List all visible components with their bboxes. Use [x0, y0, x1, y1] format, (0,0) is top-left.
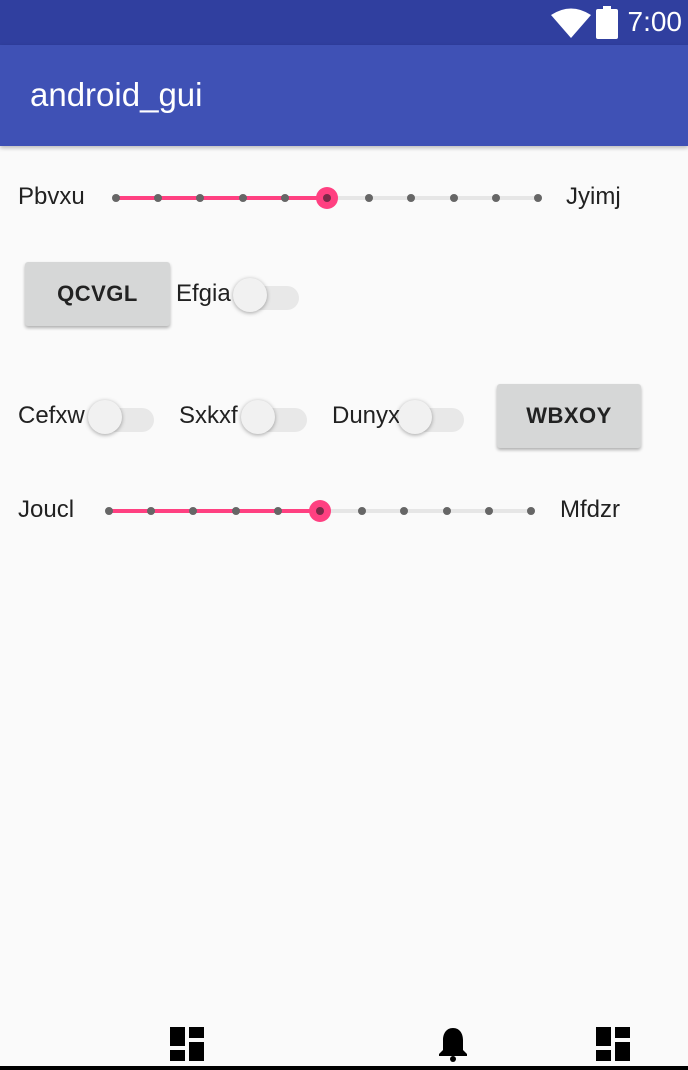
slider-tick: [154, 194, 163, 202]
status-bar: 7:00: [0, 0, 688, 45]
dashboard-icon[interactable]: [596, 1027, 630, 1061]
sxkxf-label: Sxkxf: [179, 402, 238, 429]
slider-tick: [231, 507, 240, 515]
dunyx-label: Dunyx: [332, 402, 401, 429]
slider-tick: [442, 507, 451, 515]
slider1-left-label: Pbvxu: [18, 183, 85, 210]
slider-tick: [105, 507, 113, 515]
slider2-left-label: Joucl: [18, 496, 75, 523]
slider-tick: [484, 507, 493, 515]
slider-fill: [109, 509, 320, 513]
dunyx-switch[interactable]: [398, 396, 464, 436]
switch-thumb: [233, 278, 267, 312]
slider-thumb[interactable]: [309, 500, 331, 522]
efgia-label: Efgia: [176, 280, 231, 307]
slider2-right-label: Mfdzr: [560, 496, 620, 523]
slider-tick: [449, 194, 458, 202]
sxkxf-switch[interactable]: [241, 396, 307, 436]
status-time: 7:00: [627, 6, 683, 37]
slider-tick: [280, 194, 289, 202]
slider-tick: [358, 507, 367, 515]
qcvgl-button[interactable]: QCVGL: [25, 262, 170, 326]
slider-tick: [112, 194, 120, 202]
slider-tick: [491, 194, 500, 202]
switch-thumb: [398, 400, 432, 434]
app-title: android_gui: [30, 76, 203, 113]
cefxw-switch[interactable]: [88, 396, 154, 436]
slider-fill: [116, 196, 327, 200]
slider-tick: [189, 507, 198, 515]
slider2[interactable]: [105, 499, 535, 523]
slider1-right-label: Jyimj: [566, 183, 621, 210]
slider-tick: [400, 507, 409, 515]
slider1[interactable]: [112, 186, 542, 210]
cefxw-label: Cefxw: [18, 402, 85, 429]
bottom-nav: [0, 1026, 688, 1070]
switch-thumb: [241, 400, 275, 434]
slider-tick: [365, 194, 374, 202]
slider-tick: [534, 194, 542, 202]
slider-tick: [196, 194, 205, 202]
slider-tick: [407, 194, 416, 202]
nav-divider: [0, 1066, 688, 1070]
switch-thumb: [88, 400, 122, 434]
efgia-switch[interactable]: [233, 274, 299, 314]
wifi-icon: [551, 8, 591, 38]
app-bar: android_gui: [0, 45, 688, 146]
bell-icon[interactable]: [437, 1026, 469, 1062]
slider-tick: [273, 507, 282, 515]
slider-tick: [527, 507, 535, 515]
wbxoy-button[interactable]: WBXOY: [497, 384, 641, 448]
dashboard-icon[interactable]: [170, 1027, 204, 1061]
battery-icon: [596, 6, 618, 39]
slider-tick: [147, 507, 156, 515]
slider-tick: [238, 194, 247, 202]
slider-thumb[interactable]: [316, 187, 338, 209]
